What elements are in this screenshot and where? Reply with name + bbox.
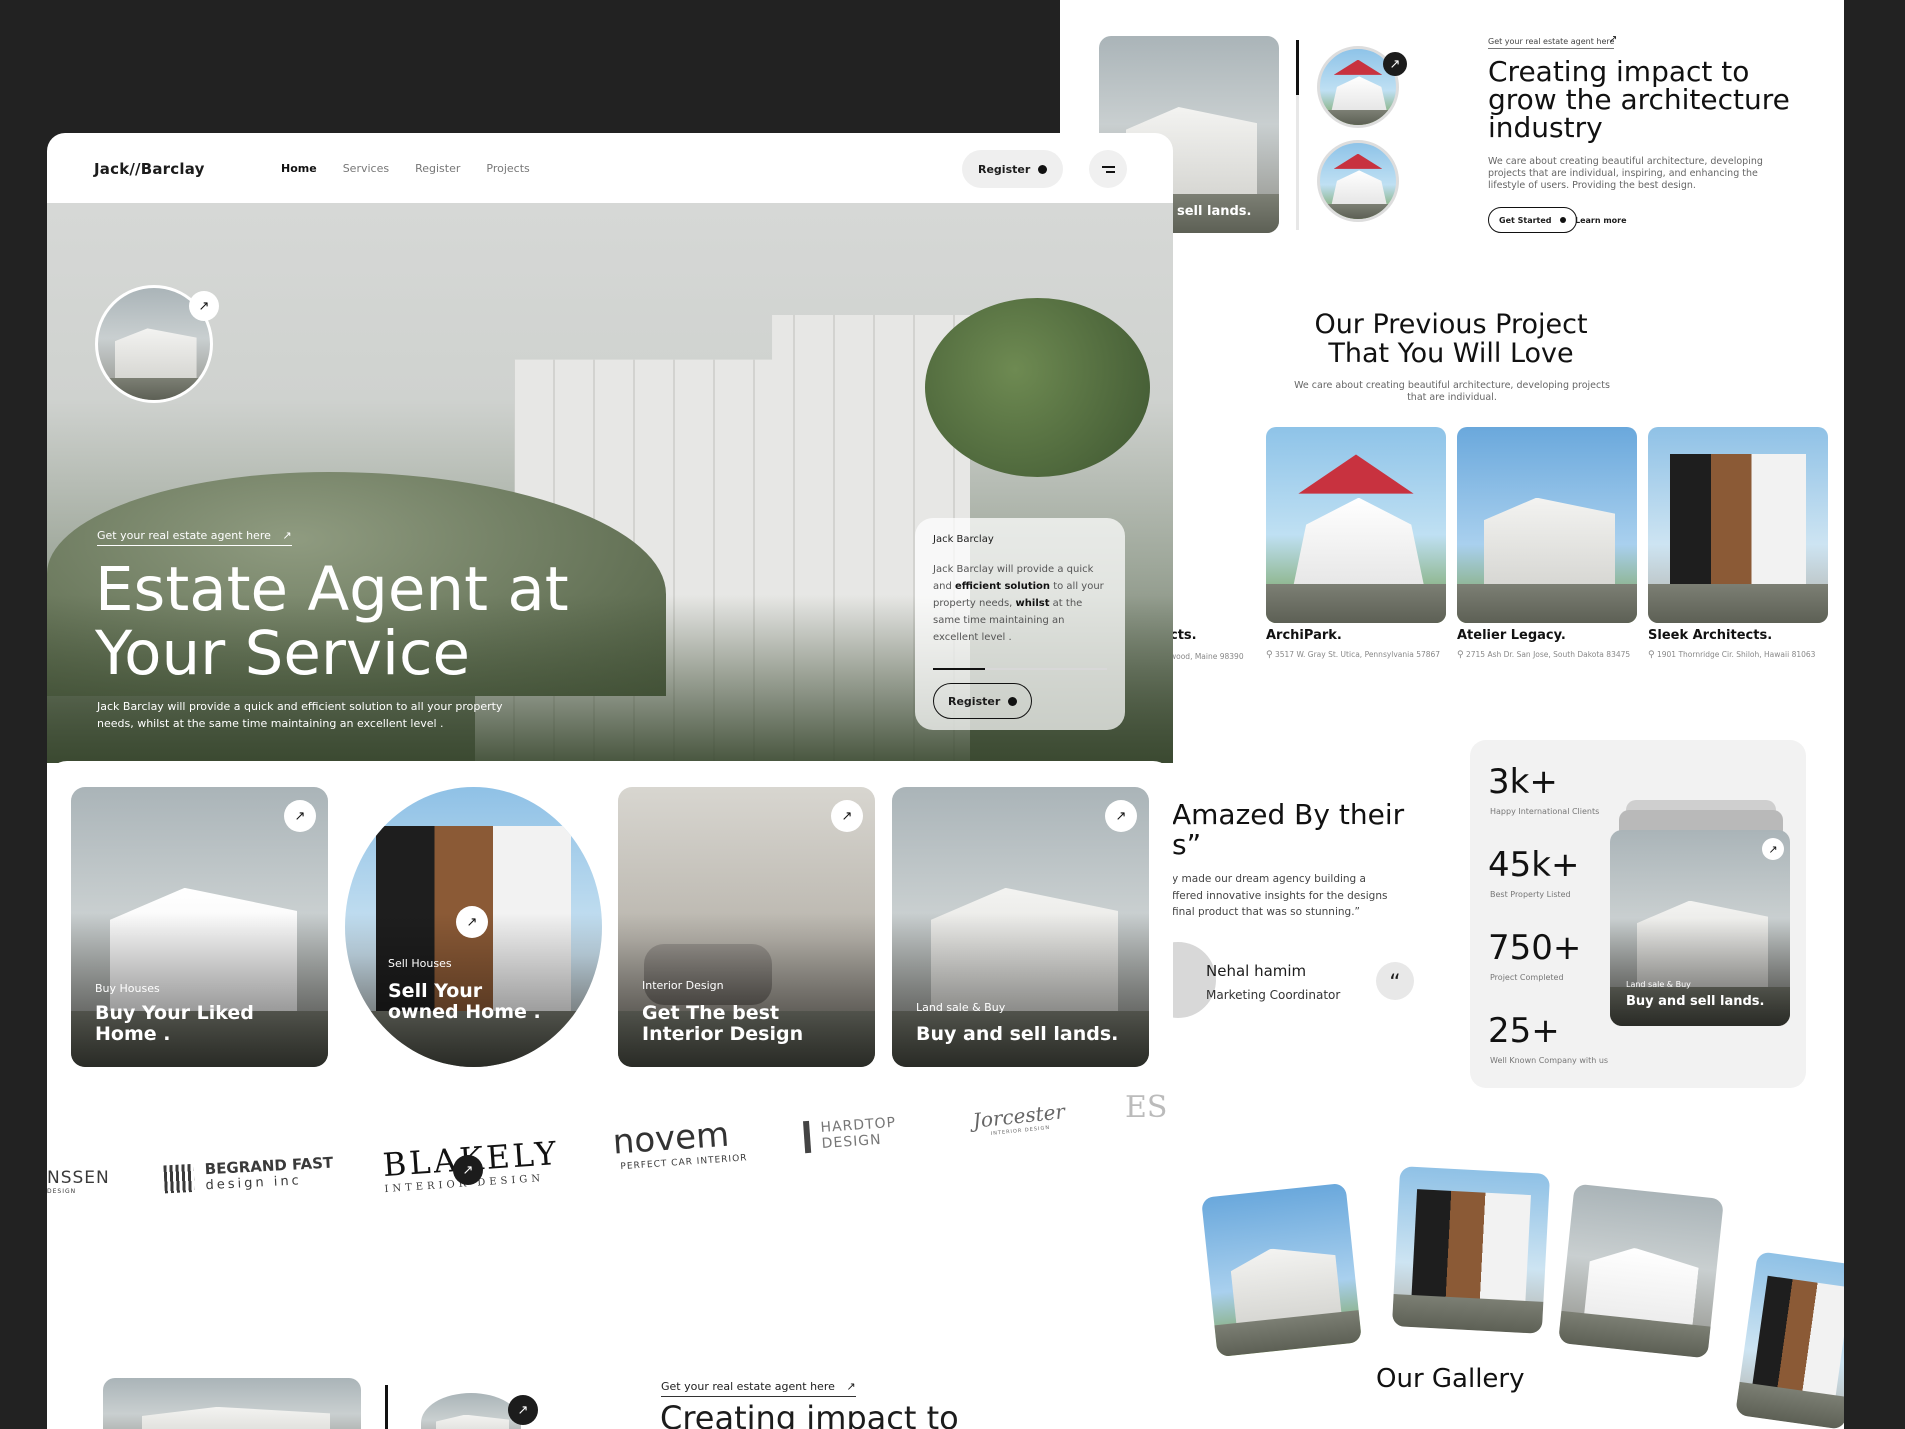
arrow-icon[interactable]: ↗ xyxy=(1762,838,1784,860)
hero-description: Jack Barclay will provide a quick and ef… xyxy=(97,700,503,730)
stat-label: Best Property Listed xyxy=(1490,890,1571,899)
arrow-icon[interactable]: ↗ xyxy=(508,1395,538,1425)
gallery-image-3[interactable] xyxy=(1391,1166,1551,1334)
front-page: Jack//Barclay Home Services Register Pro… xyxy=(47,133,1173,1429)
gallery-image-4[interactable] xyxy=(1558,1183,1724,1359)
site-logo[interactable]: Jack//Barclay xyxy=(94,160,205,178)
preview-avatar xyxy=(421,1393,521,1429)
quote-icon: “ xyxy=(1376,962,1414,1000)
service-card-interior[interactable]: Interior Design Get The best Interior De… xyxy=(618,787,875,1067)
nav-item-register[interactable]: Register xyxy=(415,162,460,175)
testimonial-quote: y made our dream agency building a ffered… xyxy=(1172,873,1388,918)
arrow-icon: ↗ xyxy=(282,529,292,542)
project-address-3: ⚲ 2715 Ash Dr. San Jose, South Dakota 83… xyxy=(1457,650,1631,660)
arrow-icon[interactable]: ↗ xyxy=(189,291,219,321)
service-card-buy[interactable]: Buy Houses Buy Your Liked Home . xyxy=(71,787,328,1067)
brand-logo-7: ES xyxy=(1125,1090,1168,1125)
info-card-text: Jack Barclay will provide a quick and ef… xyxy=(933,564,1104,643)
project-image-3[interactable] xyxy=(1457,427,1637,623)
stat-value: 45k+ xyxy=(1488,845,1580,885)
dot-icon xyxy=(1038,164,1048,174)
nav-item-home[interactable]: Home xyxy=(281,162,317,175)
register-button[interactable]: Register xyxy=(962,150,1064,188)
arrow-icon[interactable]: ↗ xyxy=(831,800,863,832)
project-name-1: cts. xyxy=(1170,628,1197,643)
nav-item-services[interactable]: Services xyxy=(343,162,389,175)
info-card-name: Jack Barclay xyxy=(933,534,994,545)
project-image-4[interactable] xyxy=(1648,427,1828,623)
stat-label: Project Completed xyxy=(1490,973,1564,982)
author-role: Marketing Coordinator xyxy=(1206,988,1341,1002)
brand-logo-2: BEGRAND FAST design inc xyxy=(163,1154,334,1196)
hero-title: Estate Agent at Your Service xyxy=(95,554,569,689)
preview-eyebrow[interactable]: Get your real estate agent here ↗ xyxy=(661,1380,856,1397)
get-started-button[interactable]: Get Started xyxy=(1488,207,1577,233)
brand-logo-1: NSSEN DESIGN xyxy=(47,1168,110,1195)
impact-image-caption: sell lands. xyxy=(1177,204,1252,219)
stat-value: 3k+ xyxy=(1488,762,1558,802)
arrow-icon[interactable]: ↗ xyxy=(1105,800,1137,832)
project-name-2: ArchiPark. xyxy=(1266,628,1342,643)
project-address-1: wood, Maine 98390 xyxy=(1170,652,1244,661)
project-image-2[interactable] xyxy=(1266,427,1446,623)
stat-label: Well Known Company with us xyxy=(1490,1056,1609,1065)
back-page: sell lands. ↗ Get your real estate agent… xyxy=(1060,0,1844,1429)
brand-logo-4: novem PERFECT CAR INTERIOR xyxy=(611,1114,748,1173)
testimonial-title: Amazed By their s” xyxy=(1172,798,1405,861)
learn-more-link[interactable]: Learn more xyxy=(1575,216,1627,225)
hero-eyebrow[interactable]: Get your real estate agent here ↗ xyxy=(97,529,292,546)
main-menu: Home Services Register Projects xyxy=(281,162,530,175)
gallery-title: Our Gallery xyxy=(1376,1364,1525,1394)
brand-logo-5: HARDTOP DESIGN xyxy=(802,1115,898,1154)
project-name-3: Atelier Legacy. xyxy=(1457,628,1566,643)
nav-item-projects[interactable]: Projects xyxy=(486,162,529,175)
top-navbar: Jack//Barclay Home Services Register Pro… xyxy=(47,133,1173,203)
stat-value: 25+ xyxy=(1488,1011,1560,1051)
stat-label: Happy International Clients xyxy=(1490,807,1600,816)
dot-icon xyxy=(1008,696,1018,706)
projects-title: Our Previous Project That You Will Love xyxy=(1314,309,1588,369)
arrow-icon: ↗ xyxy=(846,1380,856,1393)
project-address-4: ⚲ 1901 Thornridge Cir. Shiloh, Hawaii 81… xyxy=(1648,650,1816,660)
hero-info-card: Jack Barclay Jack Barclay will provide a… xyxy=(915,518,1125,730)
location-pin-icon: ⚲ xyxy=(1648,650,1655,660)
impact-eyebrow[interactable]: Get your real estate agent here xyxy=(1488,37,1615,49)
projects-description: We care about creating beautiful archite… xyxy=(1294,380,1610,403)
project-name-4: Sleek Architects. xyxy=(1648,628,1773,643)
location-pin-icon: ⚲ xyxy=(1266,650,1273,660)
gallery-image-5[interactable] xyxy=(1735,1251,1844,1429)
stat-value: 750+ xyxy=(1488,928,1582,968)
vertical-divider xyxy=(1296,40,1299,230)
info-card-register-button[interactable]: Register xyxy=(933,683,1033,719)
arrow-icon[interactable]: ↗ xyxy=(453,1155,483,1185)
impact-description: We care about creating beautiful archite… xyxy=(1488,156,1763,191)
brand-logo-6: Jorcester INTERIOR DESIGN xyxy=(971,1099,1067,1138)
brand-logos: NSSEN DESIGN BEGRAND FAST design inc BLA… xyxy=(47,1090,1173,1208)
arrow-icon: ↗ xyxy=(1609,34,1618,45)
preview-image xyxy=(103,1378,361,1429)
location-pin-icon: ⚲ xyxy=(1457,650,1464,660)
vertical-divider xyxy=(385,1385,388,1429)
progress-bar xyxy=(933,668,1107,670)
service-cards-section: Buy Houses Buy Your Liked Home . ↗ Sell … xyxy=(47,761,1173,1071)
gallery-image-2[interactable] xyxy=(1201,1182,1362,1358)
author-name: Nehal hamim xyxy=(1206,962,1307,980)
preview-title: Creating impact to xyxy=(660,1399,959,1429)
arrow-icon[interactable]: ↗ xyxy=(1383,52,1407,76)
impact-thumb-2[interactable] xyxy=(1317,140,1399,222)
arrow-icon[interactable]: ↗ xyxy=(284,800,316,832)
impact-title: Creating impact to grow the architecture i… xyxy=(1488,55,1790,144)
project-address-2: ⚲ 3517 W. Gray St. Utica, Pennsylvania 5… xyxy=(1266,650,1441,660)
menu-icon[interactable] xyxy=(1089,150,1127,188)
service-card-land[interactable]: Land sale & Buy Buy and sell lands. xyxy=(892,787,1149,1067)
hero-section: ↗ Get your real estate agent here ↗ Esta… xyxy=(47,203,1173,763)
arrow-icon[interactable]: ↗ xyxy=(456,906,488,938)
stats-card[interactable]: Land sale & Buy Buy and sell lands. xyxy=(1610,830,1790,1026)
